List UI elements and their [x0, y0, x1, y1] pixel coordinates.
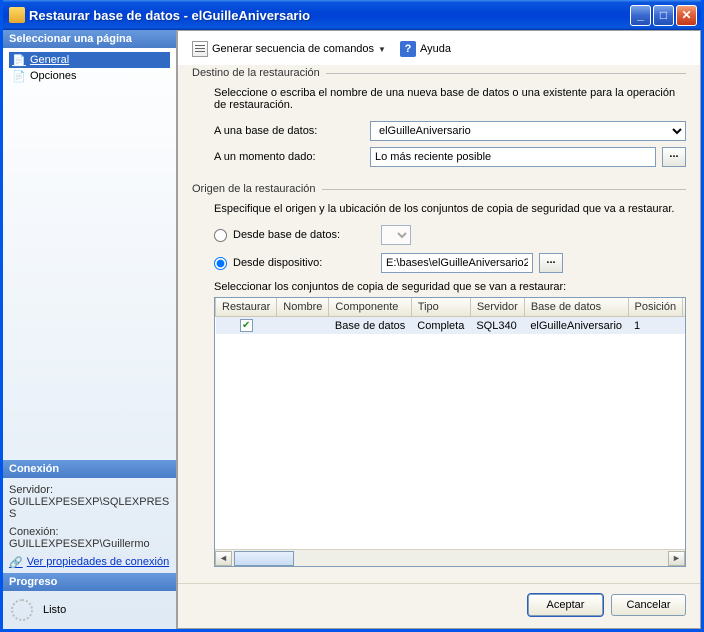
titlebar: Restaurar base de datos - elGuilleAniver…: [3, 0, 701, 30]
sidebar-progress-header: Progreso: [3, 573, 176, 591]
to-moment-label: A un momento dado:: [214, 151, 364, 163]
scroll-thumb[interactable]: [234, 551, 294, 566]
from-database-label: Desde base de datos:: [233, 229, 375, 241]
toolbar: Generar secuencia de comandos ▼ ? Ayuda: [178, 31, 700, 65]
dialog-body: Seleccionar una página 📄 General 📄 Opcio…: [3, 30, 701, 629]
server-label: Servidor:: [9, 484, 170, 496]
help-label: Ayuda: [420, 43, 451, 55]
sidebar-pages: 📄 General 📄 Opciones: [3, 48, 176, 460]
from-device-radio[interactable]: [214, 257, 227, 270]
from-database-combo: [381, 225, 411, 245]
help-button[interactable]: ? Ayuda: [396, 39, 455, 59]
from-database-radio[interactable]: [214, 229, 227, 242]
to-database-combo[interactable]: elGuilleAniversario: [370, 121, 686, 141]
sidebar: Seleccionar una página 📄 General 📄 Opcio…: [3, 30, 177, 629]
connection-label: Conexión:: [9, 526, 170, 538]
sidebar-item-opciones[interactable]: 📄 Opciones: [9, 68, 170, 84]
sidebar-item-label: General: [30, 54, 69, 66]
cell-position: 1: [628, 317, 683, 335]
window-title: Restaurar base de datos - elGuilleAniver…: [29, 8, 630, 23]
destination-group: Destino de la restauración Seleccione o …: [192, 67, 686, 173]
cell-name: [277, 317, 329, 335]
window-buttons: _ □ ✕: [630, 5, 697, 26]
col-server[interactable]: Servidor: [470, 298, 524, 317]
cell-component: Base de datos: [329, 317, 411, 335]
view-connection-props-link[interactable]: 🔗 Ver propiedades de conexión: [9, 556, 170, 569]
minimize-button[interactable]: _: [630, 5, 651, 26]
backup-sets-area: Seleccionar los conjuntos de copia de se…: [214, 281, 686, 567]
progress-status: Listo: [43, 604, 66, 616]
sidebar-item-label: Opciones: [30, 70, 76, 82]
content-panel: Generar secuencia de comandos ▼ ? Ayuda …: [177, 30, 701, 629]
page-icon: 📄: [11, 69, 27, 83]
destination-title: Destino de la restauración: [192, 67, 326, 79]
col-database[interactable]: Base de datos: [524, 298, 628, 317]
dialog-footer: Aceptar Cancelar: [178, 583, 700, 628]
col-restore[interactable]: Restaurar: [216, 298, 277, 317]
cell-database: elGuilleAniversario: [524, 317, 628, 335]
sidebar-pages-header: Seleccionar una página: [3, 30, 176, 48]
script-button[interactable]: Generar secuencia de comandos ▼: [188, 39, 390, 59]
destination-instruction: Seleccione o escriba el nombre de una nu…: [214, 87, 686, 111]
to-moment-browse-button[interactable]: ...: [662, 147, 686, 167]
page-icon: 📄: [11, 53, 27, 67]
cancel-button[interactable]: Cancelar: [611, 594, 686, 616]
cell-pr: 57: [683, 317, 685, 335]
scroll-left-arrow[interactable]: ◄: [215, 551, 232, 566]
to-moment-field: [370, 147, 656, 167]
table-header-row: Restaurar Nombre Componente Tipo Servido…: [216, 298, 686, 317]
cell-type: Completa: [411, 317, 470, 335]
device-path-field: [381, 253, 533, 273]
sidebar-connection: Servidor: GUILLEXPESEXP\SQLEXPRESS Conex…: [3, 478, 176, 573]
restore-checkbox[interactable]: ✔: [240, 319, 253, 332]
sidebar-conn-header: Conexión: [3, 460, 176, 478]
ok-button[interactable]: Aceptar: [528, 594, 603, 616]
close-button[interactable]: ✕: [676, 5, 697, 26]
scroll-right-arrow[interactable]: ►: [668, 551, 685, 566]
chevron-down-icon: ▼: [378, 45, 386, 54]
help-icon: ?: [400, 41, 416, 57]
col-type[interactable]: Tipo: [411, 298, 470, 317]
backup-sets-grid[interactable]: Restaurar Nombre Componente Tipo Servido…: [214, 297, 686, 567]
sidebar-progress: Listo: [3, 591, 176, 629]
col-pr[interactable]: Pr: [683, 298, 685, 317]
link-icon: 🔗: [9, 556, 23, 569]
from-device-label: Desde dispositivo:: [233, 257, 375, 269]
main-form: Destino de la restauración Seleccione o …: [178, 65, 700, 583]
horizontal-scrollbar[interactable]: ◄ ►: [215, 549, 685, 566]
col-name[interactable]: Nombre: [277, 298, 329, 317]
cell-server: SQL340: [470, 317, 524, 335]
connection-value: GUILLEXPESEXP\Guillermo: [9, 538, 170, 550]
dialog-window: Restaurar base de datos - elGuilleAniver…: [0, 0, 704, 632]
device-browse-button[interactable]: ...: [539, 253, 563, 273]
source-title: Origen de la restauración: [192, 183, 322, 195]
col-position[interactable]: Posición: [628, 298, 683, 317]
progress-ring-icon: [11, 599, 33, 621]
to-database-label: A una base de datos:: [214, 125, 364, 137]
database-icon: [9, 7, 25, 23]
sidebar-item-general[interactable]: 📄 General: [9, 52, 170, 68]
maximize-button[interactable]: □: [653, 5, 674, 26]
source-instruction: Especifique el origen y la ubicación de …: [214, 203, 686, 215]
table-row[interactable]: ✔ Base de datos Completa SQL340 elGuille…: [216, 317, 686, 335]
script-label: Generar secuencia de comandos: [212, 43, 374, 55]
backup-sets-label: Seleccionar los conjuntos de copia de se…: [214, 281, 686, 293]
script-icon: [192, 41, 208, 57]
link-text: Ver propiedades de conexión: [27, 556, 170, 568]
server-value: GUILLEXPESEXP\SQLEXPRESS: [9, 496, 170, 520]
source-group: Origen de la restauración Especifique el…: [192, 183, 686, 567]
col-component[interactable]: Componente: [329, 298, 411, 317]
